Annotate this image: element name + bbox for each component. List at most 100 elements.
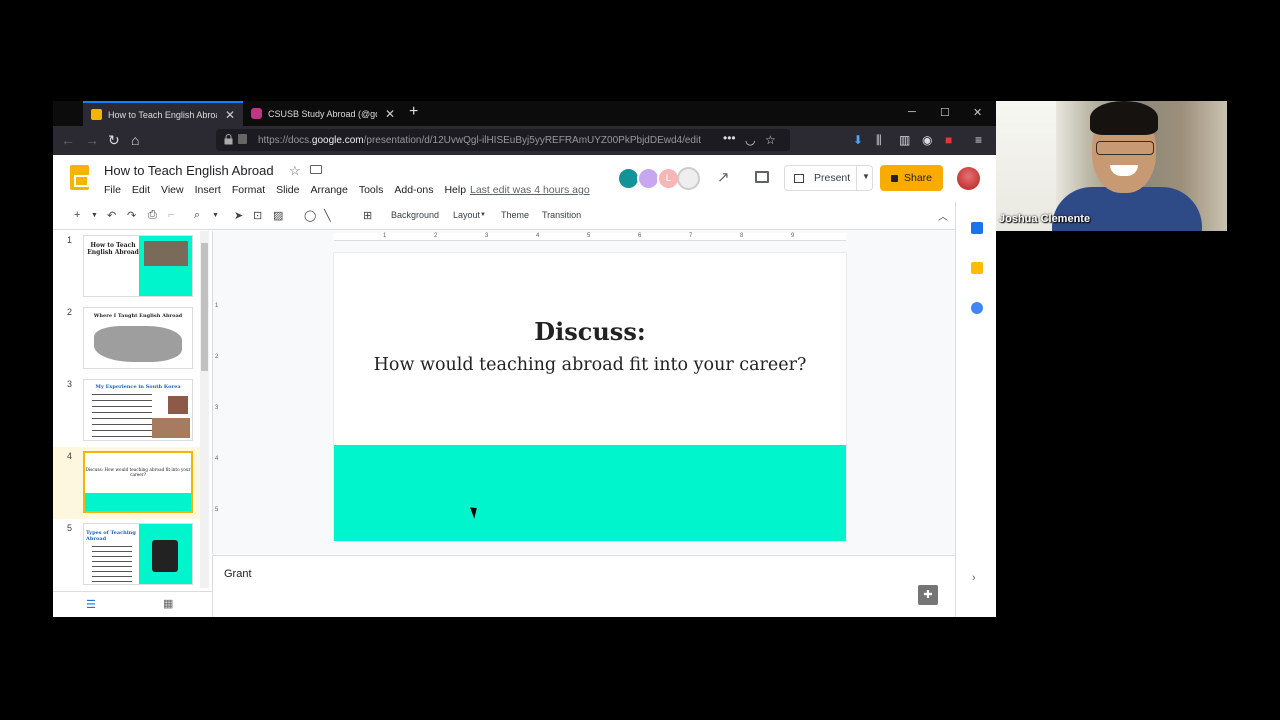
- menu-file[interactable]: File: [104, 184, 121, 196]
- star-icon[interactable]: ☆: [289, 163, 301, 179]
- window-close-icon[interactable]: ✕: [973, 106, 982, 119]
- keep-icon[interactable]: [971, 262, 983, 274]
- background-button[interactable]: Background: [391, 210, 439, 220]
- tab-bar: How to Teach English Abroad ✕ CSUSB Stud…: [53, 101, 996, 126]
- pocket-icon[interactable]: ◡: [745, 133, 755, 147]
- menu-tools[interactable]: Tools: [359, 184, 384, 196]
- home-icon[interactable]: ⌂: [131, 132, 139, 148]
- reload-icon[interactable]: ↻: [108, 132, 120, 149]
- menu-slide[interactable]: Slide: [276, 184, 299, 196]
- redo-icon[interactable]: ↷: [127, 209, 136, 222]
- page-actions-icon[interactable]: •••: [723, 131, 736, 145]
- line-icon[interactable]: ╲: [324, 209, 331, 222]
- undo-icon[interactable]: ↶: [107, 209, 116, 222]
- tasks-icon[interactable]: [971, 302, 983, 314]
- menu-view[interactable]: View: [161, 184, 184, 196]
- slide-color-band[interactable]: [334, 445, 846, 541]
- shape-icon[interactable]: ◯: [304, 209, 316, 222]
- slide-number: 3: [67, 379, 73, 389]
- calendar-icon[interactable]: [971, 222, 983, 234]
- minimize-icon[interactable]: ─: [908, 106, 916, 118]
- tab-slides[interactable]: How to Teach English Abroad ✕: [83, 101, 243, 126]
- slides-logo-icon[interactable]: [70, 165, 89, 190]
- menu-add-ons[interactable]: Add-ons: [394, 184, 433, 196]
- account-icon[interactable]: ◉: [922, 133, 932, 147]
- add-comment-icon[interactable]: ⊞: [363, 209, 372, 222]
- chevron-down-icon[interactable]: ▼: [862, 172, 870, 181]
- tab-instagram[interactable]: CSUSB Study Abroad (@goabroad) ✕: [243, 101, 403, 126]
- world-map-icon: [94, 326, 182, 362]
- ruler-mark: 4: [215, 456, 219, 462]
- slide-subtitle[interactable]: How would teaching abroad fit into your …: [334, 355, 846, 375]
- forward-icon[interactable]: →: [85, 132, 99, 148]
- slide-thumbnail[interactable]: 3 My Experience in South Korea: [53, 375, 203, 447]
- present-label: Present: [814, 172, 851, 184]
- url-bar[interactable]: https://docs. google.com/presentation/d/1…: [216, 129, 790, 151]
- slide-canvas[interactable]: Discuss: How would teaching abroad fit i…: [334, 253, 846, 541]
- activity-dashboard-icon[interactable]: ↗: [717, 168, 730, 186]
- participant-name: Joshua Clemente: [999, 213, 1091, 225]
- insert-image-icon[interactable]: ▨: [273, 209, 283, 222]
- comments-icon[interactable]: [755, 171, 769, 183]
- layout-button[interactable]: Layout: [453, 210, 480, 220]
- close-icon[interactable]: ✕: [385, 107, 395, 121]
- maximize-icon[interactable]: ☐: [940, 106, 950, 119]
- filmstrip-view-icon[interactable]: ☰: [86, 598, 96, 611]
- slide-preview: Types of Teaching Abroad: [83, 523, 193, 585]
- print-icon[interactable]: ⎙: [148, 209, 157, 222]
- speaker-notes-text[interactable]: Grant: [224, 568, 252, 580]
- present-button[interactable]: Present ▼: [784, 165, 873, 191]
- download-icon[interactable]: ⬇: [853, 133, 863, 147]
- book-icon: [152, 540, 178, 572]
- new-tab-button[interactable]: +: [409, 103, 418, 121]
- ruler-mark: 1: [215, 303, 219, 309]
- chevron-down-icon[interactable]: ▼: [480, 212, 486, 218]
- bullet-lines: [92, 394, 152, 438]
- grid-view-icon[interactable]: ▦: [163, 597, 173, 610]
- menu-edit[interactable]: Edit: [132, 184, 150, 196]
- zoom-icon[interactable]: ⌕: [194, 209, 200, 222]
- collaborator-more-avatar[interactable]: [677, 167, 700, 190]
- slide-thumbnail[interactable]: 2 Where I Taught English Abroad: [53, 303, 203, 375]
- vertical-ruler: 1 2 3 4 5: [213, 251, 221, 551]
- library-icon[interactable]: ⫼: [876, 133, 882, 148]
- document-title[interactable]: How to Teach English Abroad: [104, 163, 274, 178]
- bookmark-star-icon[interactable]: ☆: [765, 133, 776, 147]
- last-edit-link[interactable]: Last edit was 4 hours ago: [470, 184, 590, 196]
- back-icon[interactable]: ←: [61, 132, 75, 148]
- move-to-folder-icon[interactable]: [310, 165, 322, 174]
- text-box-icon[interactable]: ⊡: [253, 209, 262, 222]
- paint-format-icon[interactable]: ⌐: [168, 209, 174, 221]
- new-slide-icon[interactable]: +: [74, 209, 80, 221]
- slide-thumbnail[interactable]: 1 How to Teach English Abroad: [53, 231, 203, 303]
- select-cursor-icon[interactable]: ➤: [234, 209, 243, 222]
- share-button[interactable]: Share: [880, 165, 943, 191]
- collapse-toolbar-icon[interactable]: ︿: [938, 208, 948, 223]
- transition-button[interactable]: Transition: [542, 210, 581, 220]
- chevron-down-icon[interactable]: ▼: [91, 212, 98, 219]
- url-domain: google.com: [311, 134, 364, 146]
- close-icon[interactable]: ✕: [225, 108, 235, 122]
- pdf-extension-icon[interactable]: ■: [945, 133, 952, 147]
- slide-thumbnail[interactable]: 5 Types of Teaching Abroad: [53, 519, 203, 588]
- user-avatar[interactable]: [957, 167, 980, 190]
- theme-button[interactable]: Theme: [501, 210, 529, 220]
- chevron-down-icon[interactable]: ▼: [212, 212, 219, 219]
- slide-title[interactable]: Discuss:: [334, 317, 846, 346]
- menu-help[interactable]: Help: [444, 184, 466, 196]
- menu-insert[interactable]: Insert: [195, 184, 221, 196]
- site-info-icon[interactable]: [238, 134, 247, 144]
- menu-format[interactable]: Format: [232, 184, 265, 196]
- scroll-thumb[interactable]: [201, 243, 208, 371]
- expand-panel-icon[interactable]: ›: [972, 572, 976, 584]
- hamburger-menu-icon[interactable]: ≡: [975, 133, 982, 147]
- toolbar: + ▼ ↶ ↷ ⎙ ⌐ ⌕ ▼ ➤ ⊡ ▨ ◯ ╲ ⊞ Background L…: [53, 202, 955, 230]
- slide-thumbnail-active[interactable]: 4 Discuss: How would teaching abroad fit…: [53, 447, 203, 519]
- menu-arrange[interactable]: Arrange: [310, 184, 347, 196]
- lock-icon: [224, 134, 233, 145]
- filmstrip-scrollbar[interactable]: [200, 231, 209, 588]
- explore-button[interactable]: ✚: [918, 585, 938, 605]
- sidebar-icon[interactable]: ▥: [899, 133, 910, 147]
- screen: How to Teach English Abroad ✕ CSUSB Stud…: [0, 0, 1280, 720]
- speaker-notes[interactable]: Grant ✚: [212, 555, 955, 617]
